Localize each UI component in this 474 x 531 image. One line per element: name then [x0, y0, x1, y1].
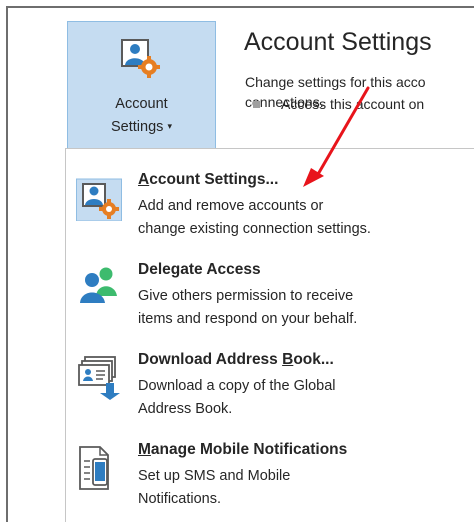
menu-item-title-pre: Dele: [138, 261, 171, 278]
menu-item-desc-line1: Give others permission to receive: [138, 288, 354, 304]
button-label-line1: Account: [115, 96, 168, 112]
menu-item-description: Download a copy of the Global Address Bo…: [138, 375, 468, 421]
menu-item-desc-line2: Address Book.: [138, 401, 233, 417]
mnemonic-char: M: [138, 441, 151, 458]
menu-item-desc-line1: Add and remove accounts or: [138, 198, 324, 214]
menu-item-desc-line2: items and respond on your behalf.: [138, 311, 358, 327]
menu-item-title: Account Settings...: [138, 171, 278, 189]
account-settings-menu: Account Settings... Add and remove accou…: [65, 148, 474, 522]
access-link[interactable]: Access this account on: [281, 96, 424, 112]
menu-item-title: Download Address Book...: [138, 351, 334, 369]
menu-item-description: Add and remove accounts or change existi…: [138, 195, 468, 241]
delegate-access-icon: [76, 265, 122, 311]
menu-item-download-address-book[interactable]: Download Address Book... Download a copy…: [66, 351, 474, 441]
menu-item-desc-line2: change existing connection settings.: [138, 221, 371, 237]
menu-item-title-text: ook...: [293, 351, 334, 368]
menu-item-title-text: anage Mobile Notifications: [150, 441, 348, 458]
menu-item-delegate-access[interactable]: Delegate Access Give others permission t…: [66, 261, 474, 351]
button-label-line2: Settings: [111, 119, 164, 135]
menu-item-account-settings[interactable]: Account Settings... Add and remove accou…: [66, 171, 474, 261]
account-settings-dropdown-button[interactable]: Account Settings ▾: [67, 21, 216, 149]
mnemonic-char: B: [282, 351, 294, 368]
account-settings-button-label: Account Settings ▾: [68, 93, 215, 138]
menu-item-title-text: ate Access: [180, 261, 261, 278]
menu-item-desc-line1: Download a copy of the Global: [138, 378, 336, 394]
menu-item-manage-mobile-notifications[interactable]: Manage Mobile Notifications Set up SMS a…: [66, 441, 474, 531]
menu-item-title-pre: Download Address: [138, 351, 283, 368]
mobile-notifications-icon: [76, 445, 122, 491]
menu-item-description: Set up SMS and Mobile Notifications.: [138, 465, 468, 511]
address-book-icon: [76, 355, 122, 401]
menu-item-description: Give others permission to receive items …: [138, 285, 468, 331]
menu-item-title-text: ccount Settings...: [149, 171, 279, 188]
menu-item-title: Manage Mobile Notifications: [138, 441, 347, 459]
bullet-icon: [253, 101, 260, 108]
window-border-left: [6, 6, 8, 522]
chevron-down-icon: ▾: [167, 121, 172, 131]
account-settings-icon: [121, 39, 161, 79]
menu-item-title: Delegate Access: [138, 261, 261, 279]
page-title: Account Settings: [244, 28, 432, 56]
window-border-top: [6, 6, 474, 8]
mnemonic-char: A: [138, 171, 150, 188]
menu-item-desc-line2: Notifications.: [138, 491, 222, 507]
menu-item-desc-line1: Set up SMS and Mobile: [138, 468, 291, 484]
mnemonic-char: g: [170, 261, 181, 278]
description-line1: Change settings for this acco: [245, 74, 426, 90]
account-settings-icon: [76, 175, 122, 222]
window: Account Settings ▾ Account Settings Chan…: [0, 0, 474, 522]
